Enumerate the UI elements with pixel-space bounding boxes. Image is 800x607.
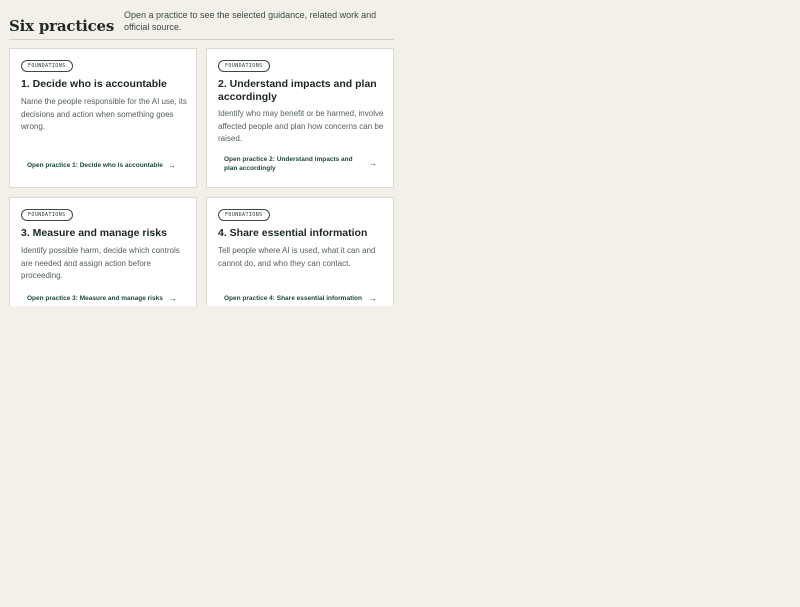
practice-description: Identify possible harm, decide which con… bbox=[21, 246, 180, 280]
practice-card-1: FOUNDATIONS 1. Decide who is accountable… bbox=[9, 48, 197, 188]
open-practice-3-link[interactable]: Open practice 3: Measure and manage risk… bbox=[27, 295, 189, 304]
category-tag: FOUNDATIONS bbox=[218, 209, 270, 221]
practice-card-2: FOUNDATIONS 2. Understand impacts and pl… bbox=[206, 48, 394, 188]
practice-description: Tell people where AI is used, what it ca… bbox=[218, 246, 376, 268]
practice-title: 3. Measure and manage risks bbox=[21, 227, 167, 239]
category-tag: FOUNDATIONS bbox=[218, 60, 270, 72]
category-tag: FOUNDATIONS bbox=[21, 60, 73, 72]
open-practice-4-link[interactable]: Open practice 4: Share essential informa… bbox=[224, 295, 386, 304]
arrow-right-icon: → bbox=[369, 159, 377, 168]
section-header: Six practices Open a practice to see the… bbox=[9, 0, 394, 40]
practice-title: 1. Decide who is accountable bbox=[21, 78, 167, 90]
section-title: Six practices bbox=[9, 17, 115, 35]
arrow-right-icon: → bbox=[169, 294, 177, 303]
open-practice-1-link[interactable]: Open practice 1: Decide who is accountab… bbox=[27, 162, 189, 171]
open-practice-2-link[interactable]: Open practice 2: Understand impacts and … bbox=[224, 156, 364, 173]
practice-title: 4. Share essential information bbox=[218, 227, 368, 239]
category-tag: FOUNDATIONS bbox=[21, 209, 73, 221]
practices-section: Six practices Open a practice to see the… bbox=[9, 0, 394, 306]
arrow-right-icon: → bbox=[168, 161, 176, 170]
practice-grid: FOUNDATIONS 1. Decide who is accountable… bbox=[9, 48, 394, 306]
arrow-right-icon: → bbox=[369, 294, 377, 303]
practice-card-4: FOUNDATIONS 4. Share essential informati… bbox=[206, 197, 394, 306]
practice-description: Identify who may benefit or be harmed, i… bbox=[218, 109, 384, 143]
practice-card-3: FOUNDATIONS 3. Measure and manage risks … bbox=[9, 197, 197, 306]
practice-description: Name the people responsible for the AI u… bbox=[21, 97, 187, 131]
section-intro: Open a practice to see the selected guid… bbox=[124, 10, 377, 32]
practice-title: 2. Understand impacts and plan according… bbox=[218, 78, 377, 103]
